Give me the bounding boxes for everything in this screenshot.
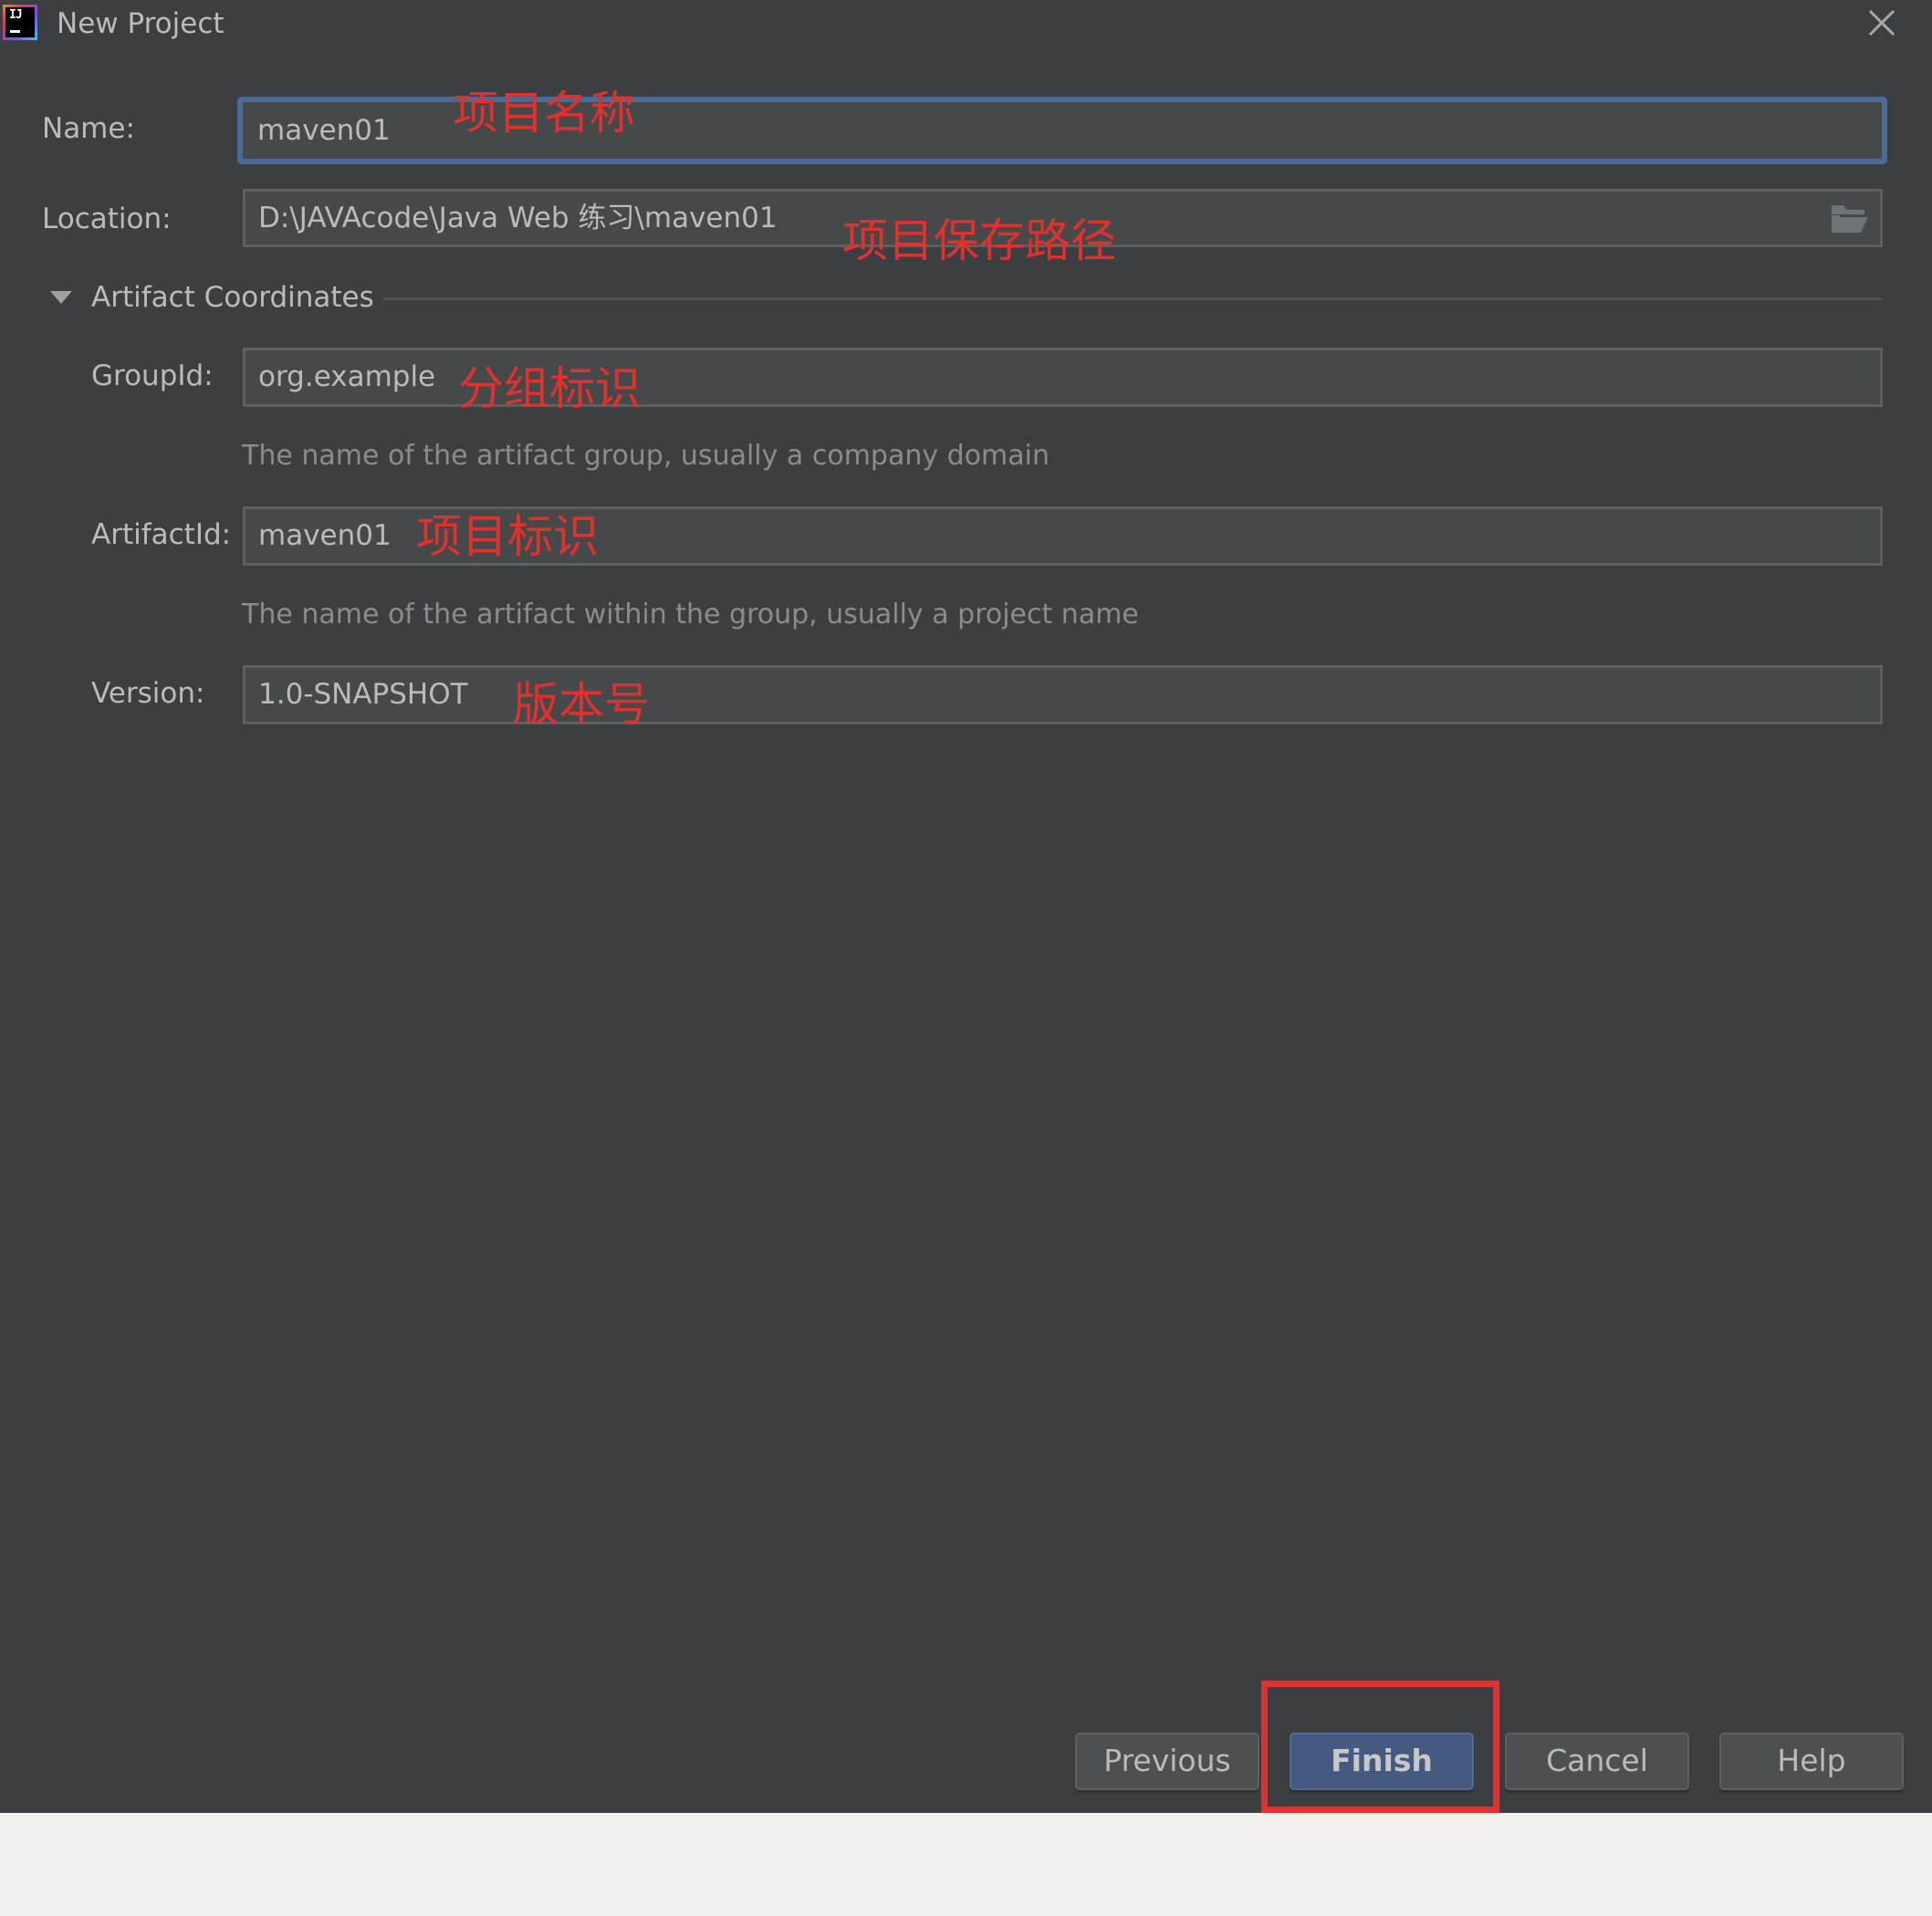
group-id-hint: The name of the artifact group, usually … <box>242 440 1050 472</box>
name-input[interactable]: maven01 <box>237 97 1887 164</box>
version-value: 1.0-SNAPSHOT <box>258 678 468 711</box>
location-label: Location: <box>42 203 172 235</box>
artifact-id-input[interactable]: maven01 <box>243 506 1883 566</box>
cancel-button[interactable]: Cancel <box>1505 1733 1689 1790</box>
location-value: D:\JAVAcode\Java Web 练习\maven01 <box>258 202 778 234</box>
background-area <box>0 1813 1932 1916</box>
folder-open-icon[interactable] <box>1829 203 1869 235</box>
collapse-triangle-icon[interactable] <box>50 291 72 304</box>
artifact-id-value: maven01 <box>258 519 392 552</box>
new-project-dialog: IJ New Project Name: maven01 项目名称 Locati… <box>0 0 1932 1813</box>
intellij-idea-icon: IJ <box>3 5 37 40</box>
version-label: Version: <box>91 677 205 710</box>
finish-button[interactable]: Finish <box>1290 1733 1474 1790</box>
group-id-input[interactable]: org.example <box>243 348 1883 407</box>
close-icon[interactable] <box>1867 8 1896 37</box>
group-id-label: GroupId: <box>91 359 214 392</box>
artifact-id-label: ArtifactId: <box>91 518 232 551</box>
location-input[interactable]: D:\JAVAcode\Java Web 练习\maven01 <box>243 189 1883 247</box>
group-id-value: org.example <box>258 360 436 393</box>
section-separator <box>383 297 1882 300</box>
help-button[interactable]: Help <box>1719 1733 1904 1790</box>
artifact-coordinates-title[interactable]: Artifact Coordinates <box>91 279 374 316</box>
name-label: Name: <box>42 112 135 145</box>
previous-button[interactable]: Previous <box>1075 1733 1259 1790</box>
artifact-id-hint: The name of the artifact within the grou… <box>242 599 1139 630</box>
version-input[interactable]: 1.0-SNAPSHOT <box>243 665 1883 724</box>
dialog-title: New Project <box>57 7 225 40</box>
name-value: maven01 <box>257 114 391 147</box>
